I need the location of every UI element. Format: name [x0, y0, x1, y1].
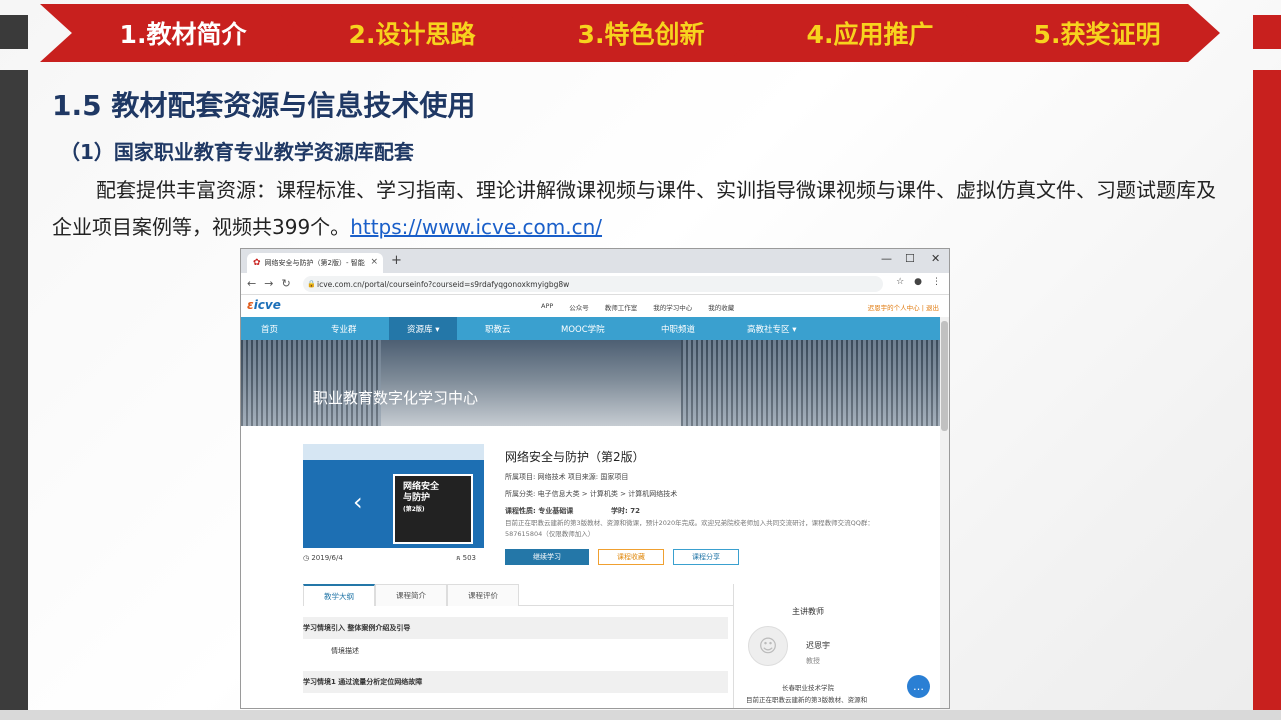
browser-screenshot: ✿ 网络安全与防护（第2版）- 智能 × + — ☐ ✕ ← → ↻ 🔒 icv…: [240, 248, 950, 709]
page-title: 1.5 教材配套资源与信息技术使用: [52, 89, 476, 122]
profile-icon[interactable]: ●: [914, 277, 922, 287]
nav-item-1[interactable]: 1.教材简介: [40, 4, 306, 62]
cover-arrow-icon: ‹: [353, 488, 363, 516]
section-nav: 1.教材简介 2.设计思路 3.特色创新 4.应用推广 5.获奖证明: [40, 4, 1220, 62]
body-paragraph: 配套提供丰富资源：课程标准、学习指南、理论讲解微课视频与课件、实训指导微课视频与…: [52, 172, 1227, 246]
teacher-avatar: ☺: [748, 626, 788, 666]
nav-item-5[interactable]: 5.获奖证明: [954, 4, 1220, 62]
banner-title: 职业教育数字化学习中心: [313, 389, 479, 407]
course-nature: 课程性质: 专业基础课: [505, 507, 574, 515]
course-tabs: 教学大纲 课程简介 课程评价: [303, 584, 733, 606]
chat-icon[interactable]: …: [907, 675, 930, 698]
address-bar-actions: ☆ ● ⋮: [896, 277, 941, 287]
site-header: ɛicve APP 公众号 教师工作室 我的学习中心 我的收藏 迟恩宇的个人中心…: [241, 295, 949, 317]
right-accent-bar: [1253, 70, 1281, 720]
course-name: 网络安全与防护（第2版）: [505, 450, 645, 464]
forward-icon[interactable]: →: [264, 277, 273, 290]
cover-meta: ◷ 2019/6/4 ጸ 503: [303, 554, 484, 562]
site-nav-zjy[interactable]: 职教云: [485, 317, 511, 340]
url-input[interactable]: 🔒 icve.com.cn/portal/courseinfo?courseid…: [303, 276, 883, 292]
bottom-bar: [0, 710, 1281, 720]
scroll-thumb[interactable]: [941, 321, 948, 431]
tab-title: 网络安全与防护（第2版）- 智能: [264, 259, 365, 267]
link-favorites[interactable]: 我的收藏: [708, 302, 734, 312]
slide: 1.教材简介 2.设计思路 3.特色创新 4.应用推广 5.获奖证明 1.5 教…: [0, 0, 1281, 720]
site-nav-mooc[interactable]: MOOC学院: [561, 317, 605, 340]
tab-strip: ✿ 网络安全与防护（第2版）- 智能 × + — ☐ ✕: [241, 249, 949, 273]
url-text: icve.com.cn/portal/courseinfo?courseid=s…: [317, 279, 570, 289]
outline-chapter[interactable]: 学习情境引入 整体案例介绍及引导: [303, 617, 728, 639]
course-hours: 学时: 72: [611, 507, 640, 515]
teacher-name: 迟恩宇: [806, 641, 830, 650]
collect-course-button[interactable]: 课程收藏: [598, 549, 664, 565]
tab-intro[interactable]: 课程简介: [375, 584, 447, 606]
nav-item-2[interactable]: 2.设计思路: [269, 4, 535, 62]
share-course-button[interactable]: 课程分享: [673, 549, 739, 565]
link-wechat[interactable]: 公众号: [569, 302, 589, 312]
icve-logo[interactable]: ɛicve: [247, 298, 281, 312]
site-banner: 职业教育数字化学习中心: [241, 340, 949, 426]
link-teacher-studio[interactable]: 教师工作室: [605, 302, 638, 312]
left-accent-bar-top: [0, 15, 28, 49]
bookmark-star-icon[interactable]: ☆: [896, 277, 904, 287]
outline-item[interactable]: 情境描述: [303, 640, 728, 662]
address-bar-row: ← → ↻ 🔒 icve.com.cn/portal/courseinfo?co…: [241, 273, 949, 295]
window-close-icon[interactable]: ✕: [931, 252, 940, 265]
course-category: 所属分类: 电子信息大类 > 计算机类 > 计算机网络技术: [505, 490, 678, 498]
lock-icon: 🔒: [307, 280, 316, 288]
left-accent-bar: [0, 70, 28, 720]
minimize-icon[interactable]: —: [881, 252, 892, 265]
back-icon[interactable]: ←: [247, 277, 256, 290]
course-date: 2019/6/4: [311, 554, 343, 562]
course-views: 503: [462, 554, 476, 562]
server-rack-left: [241, 340, 381, 426]
site-nav-home[interactable]: 首页: [261, 317, 278, 340]
browser-tab[interactable]: ✿ 网络安全与防护（第2版）- 智能 ×: [247, 253, 383, 273]
teacher-bio: 目前正在职教云建新的第3版教材、资源和: [746, 696, 868, 704]
link-app[interactable]: APP: [541, 302, 553, 312]
nav-item-4[interactable]: 4.应用推广: [727, 4, 993, 62]
site-top-links: APP 公众号 教师工作室 我的学习中心 我的收藏: [541, 302, 734, 312]
site-nav: 首页 专业群 资源库 ▾ 职教云 MOOC学院 中职频道 高教社专区 ▾: [241, 317, 949, 340]
outline-chapter[interactable]: 学习情境1 通过流量分析定位网络故障: [303, 671, 728, 693]
maximize-icon[interactable]: ☐: [905, 252, 915, 265]
site-nav-major-group[interactable]: 专业群: [331, 317, 357, 340]
server-rack-right: [681, 340, 941, 426]
menu-kebab-icon[interactable]: ⋮: [932, 277, 941, 287]
site-nav-resource-library[interactable]: 资源库 ▾: [389, 317, 458, 340]
teacher-heading: 主讲教师: [792, 607, 824, 616]
course-description: 目前正在职教云建新的第3版教材、资源和微课，预计2020年完成。欢迎兄弟院校老师…: [505, 519, 874, 538]
cover-book-title: 网络安全 与防护 (第2版): [403, 482, 440, 513]
date-icon: ◷: [303, 554, 310, 562]
tab-syllabus[interactable]: 教学大纲: [303, 584, 375, 606]
site-nav-hep-zone[interactable]: 高教社专区 ▾: [747, 317, 796, 340]
close-tab-icon[interactable]: ×: [370, 257, 378, 267]
course-cover-image: 网络安全 与防护 (第2版) ‹: [303, 444, 484, 548]
user-links[interactable]: 迟恩宇的个人中心 | 退出: [868, 302, 939, 312]
link-learning-center[interactable]: 我的学习中心: [653, 302, 692, 312]
icve-link[interactable]: https://www.icve.com.cn/: [350, 215, 602, 239]
tab-reviews[interactable]: 课程评价: [447, 584, 519, 606]
new-tab-icon[interactable]: +: [391, 253, 402, 268]
course-project: 所属项目: 网络技术 项目来源: 国家项目: [505, 473, 629, 481]
teacher-school: 长春职业技术学院: [782, 684, 834, 692]
section-subtitle: （1）国家职业教育专业教学资源库配套: [60, 140, 414, 164]
teacher-title: 教授: [806, 657, 820, 665]
reload-icon[interactable]: ↻: [281, 277, 290, 290]
site-nav-secondary[interactable]: 中职频道: [661, 317, 695, 340]
favicon-icon: ✿: [253, 258, 261, 268]
body-text: 配套提供丰富资源：课程标准、学习指南、理论讲解微课视频与课件、实训指导微课视频与…: [52, 178, 1216, 239]
course-section: 网络安全 与防护 (第2版) ‹ ◷ 2019/6/4 ጸ 503 网络安全与防护…: [241, 426, 949, 708]
views-icon: ጸ: [456, 554, 461, 562]
teacher-panel: 主讲教师 ☺ 迟恩宇 教授 长春职业技术学院 目前正在职教云建新的第3版教材、资…: [733, 584, 879, 708]
right-accent-bar-top: [1253, 15, 1281, 49]
continue-learning-button[interactable]: 继续学习: [505, 549, 589, 565]
nav-item-3[interactable]: 3.特色创新: [498, 4, 764, 62]
